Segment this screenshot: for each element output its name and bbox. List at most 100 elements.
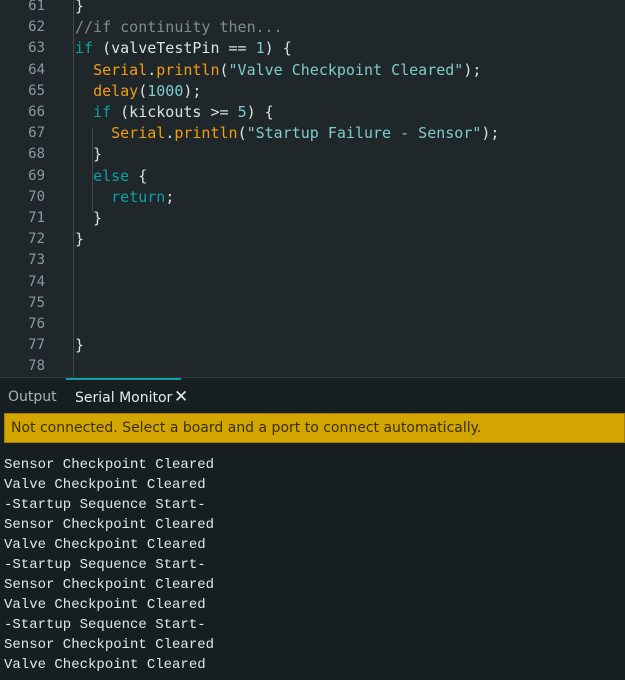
line-number: 69 [28, 167, 45, 184]
tab-output[interactable]: Output [8, 378, 57, 414]
code-token: else [93, 166, 130, 185]
code-text: } [75, 208, 102, 229]
code-token: "Valve Checkpoint Cleared" [228, 60, 464, 79]
code-line[interactable]: 62 //if continuity then... [0, 17, 625, 38]
bottom-panel: Output Serial Monitor ✕ Not connected. S… [0, 377, 625, 680]
code-token: 1000 [147, 81, 184, 100]
code-token: ) { [246, 103, 274, 121]
code-text: Serial.println("Startup Failure - Sensor… [75, 123, 499, 144]
code-line[interactable]: 65 delay(1000); [0, 81, 625, 102]
code-token: } [75, 0, 85, 15]
code-text: delay(1000); [75, 81, 201, 102]
line-number: 67 [28, 125, 45, 142]
serial-output-line: Valve Checkpoint Cleared [4, 597, 206, 613]
code-text: } [75, 335, 84, 356]
code-text: //if continuity then... [75, 17, 283, 38]
connection-warning-banner: Not connected. Select a board and a port… [4, 413, 625, 443]
line-number: 74 [28, 273, 45, 290]
code-text: if (kickouts >= 5) { [75, 102, 274, 123]
code-token: (kickouts >= [111, 103, 238, 121]
serial-output-line: -Startup Sequence Start- [4, 497, 206, 513]
code-token: ) { [264, 39, 292, 58]
code-line[interactable]: 69 else { [0, 166, 625, 187]
line-number: 65 [28, 82, 45, 99]
serial-output-line: -Startup Sequence Start- [4, 617, 206, 633]
code-token: } [75, 145, 103, 164]
serial-output-line: Valve Checkpoint Cleared [4, 477, 206, 493]
line-number: 75 [28, 294, 45, 311]
code-token: . [147, 60, 157, 79]
code-token: delay [93, 81, 139, 100]
line-number: 64 [28, 61, 45, 78]
code-text: else { [75, 166, 147, 187]
code-line[interactable]: 76 [0, 314, 625, 335]
code-line[interactable]: 63 if (valveTestPin == 1) { [0, 38, 625, 59]
serial-output: Sensor Checkpoint Cleared Valve Checkpoin… [4, 455, 214, 675]
code-line[interactable]: 61} [0, 0, 625, 17]
code-token: Serial [111, 124, 166, 143]
code-text: } [75, 0, 84, 17]
code-line[interactable]: 64 Serial.println("Valve Checkpoint Clea… [0, 60, 625, 81]
code-token: (valveTestPin == [93, 39, 256, 58]
code-token: { [129, 166, 148, 185]
code-token: } [75, 336, 85, 355]
code-line[interactable]: 78 [0, 356, 625, 377]
line-number: 63 [28, 40, 45, 57]
code-line[interactable]: 67 Serial.println("Startup Failure - Sen… [0, 123, 625, 144]
serial-output-line: Valve Checkpoint Cleared [4, 657, 206, 673]
code-text: } [75, 144, 102, 165]
code-line[interactable]: 70 return; [0, 187, 625, 208]
line-number: 70 [28, 188, 45, 205]
line-number: 66 [28, 104, 45, 120]
line-number: 61 [28, 0, 45, 14]
code-line[interactable]: 66 if (kickouts >= 5) { [0, 102, 625, 123]
code-token: } [75, 209, 103, 227]
code-line[interactable]: 72} [0, 229, 625, 250]
code-token: Serial [93, 60, 148, 79]
serial-output-line: Sensor Checkpoint Cleared [4, 457, 215, 473]
code-token: //if continuity then... [75, 18, 283, 37]
code-text: if (valveTestPin == 1) { [75, 38, 292, 59]
code-token: ); [463, 60, 482, 79]
serial-output-line: Sensor Checkpoint Cleared [4, 577, 215, 593]
code-token: ); [183, 81, 202, 100]
code-editor[interactable]: 61} 62 //if continuity then... 63 if (valveT… [0, 0, 625, 377]
code-line[interactable]: 71 } [0, 208, 625, 229]
line-number: 72 [28, 231, 45, 248]
line-number: 73 [28, 252, 45, 269]
code-text: } [75, 229, 84, 250]
code-token: } [75, 230, 85, 249]
serial-output-line: Sensor Checkpoint Cleared [4, 517, 215, 533]
code-line[interactable]: 68 } [0, 144, 625, 165]
code-line[interactable]: 74 [0, 272, 625, 293]
code-line[interactable]: 75 [0, 293, 625, 314]
tab-serial-monitor[interactable]: Serial Monitor [66, 378, 182, 416]
serial-output-line: -Startup Sequence Start- [4, 557, 206, 573]
line-number: 68 [28, 146, 45, 163]
line-number: 71 [28, 210, 45, 226]
line-number: 78 [28, 358, 45, 375]
code-token: ( [138, 81, 148, 100]
code-text: Serial.println("Valve Checkpoint Cleared… [75, 60, 481, 81]
code-token: println [174, 124, 238, 143]
code-token: ( [237, 124, 247, 143]
code-token: if [75, 39, 94, 58]
code-token: ); [481, 124, 500, 143]
panel-tab-bar: Output Serial Monitor ✕ [0, 377, 625, 414]
code-token: ; [165, 187, 175, 206]
code-token: 5 [237, 103, 247, 121]
line-number: 77 [28, 337, 45, 354]
code-token: 1 [255, 39, 265, 58]
close-icon[interactable]: ✕ [174, 378, 188, 414]
code-line[interactable]: 73 [0, 250, 625, 271]
serial-output-line: Valve Checkpoint Cleared [4, 537, 206, 553]
code-token: . [165, 124, 175, 143]
code-line[interactable]: 77} [0, 335, 625, 356]
line-number: 76 [28, 316, 45, 332]
code-token: if [93, 103, 112, 121]
